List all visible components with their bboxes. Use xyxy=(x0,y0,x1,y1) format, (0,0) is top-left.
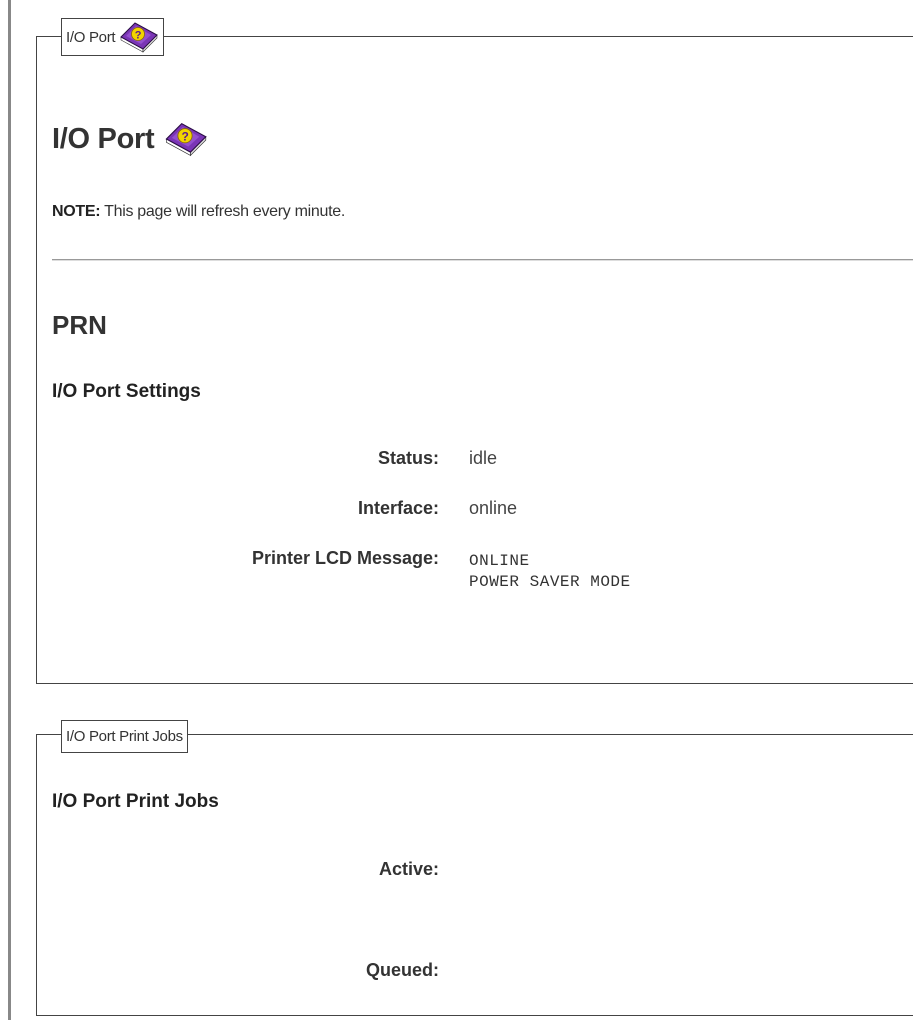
note-text: This page will refresh every minute. xyxy=(100,203,345,220)
io-port-legend-label: I/O Port xyxy=(66,28,116,46)
interface-value: online xyxy=(469,498,518,518)
print-jobs-legend-label: I/O Port Print Jobs xyxy=(66,728,183,745)
page-title-text: I/O Port xyxy=(52,122,155,155)
help-book-icon[interactable]: ? xyxy=(117,20,159,54)
print-jobs-heading: I/O Port Print Jobs xyxy=(52,791,219,812)
settings-heading: I/O Port Settings xyxy=(52,381,201,402)
interface-label: Interface: xyxy=(357,498,439,518)
status-label: Status: xyxy=(377,448,439,468)
help-book-icon[interactable]: ? xyxy=(162,120,208,158)
svg-text:?: ? xyxy=(135,30,142,42)
print-jobs-panel xyxy=(36,734,913,1016)
lcd-message-value: ONLINE POWER SAVER MODE xyxy=(469,551,631,593)
svg-text:?: ? xyxy=(182,130,189,144)
note-label: NOTE: xyxy=(52,203,101,220)
page-title: I/O Port ? xyxy=(52,117,208,161)
lcd-message-label: Printer LCD Message: xyxy=(251,548,439,568)
status-value: idle xyxy=(469,448,498,468)
io-port-legend: I/O Port ? xyxy=(61,18,165,56)
lcd-line-2: POWER SAVER MODE xyxy=(469,573,631,591)
left-page-rule xyxy=(8,0,11,1020)
divider xyxy=(52,259,913,261)
refresh-note: NOTE: This page will refresh every minut… xyxy=(52,203,345,221)
active-label: Active: xyxy=(378,859,439,879)
print-jobs-legend: I/O Port Print Jobs xyxy=(61,720,188,753)
port-name-heading: PRN xyxy=(52,310,107,340)
queued-label: Queued: xyxy=(365,960,439,980)
lcd-line-1: ONLINE xyxy=(469,552,530,570)
